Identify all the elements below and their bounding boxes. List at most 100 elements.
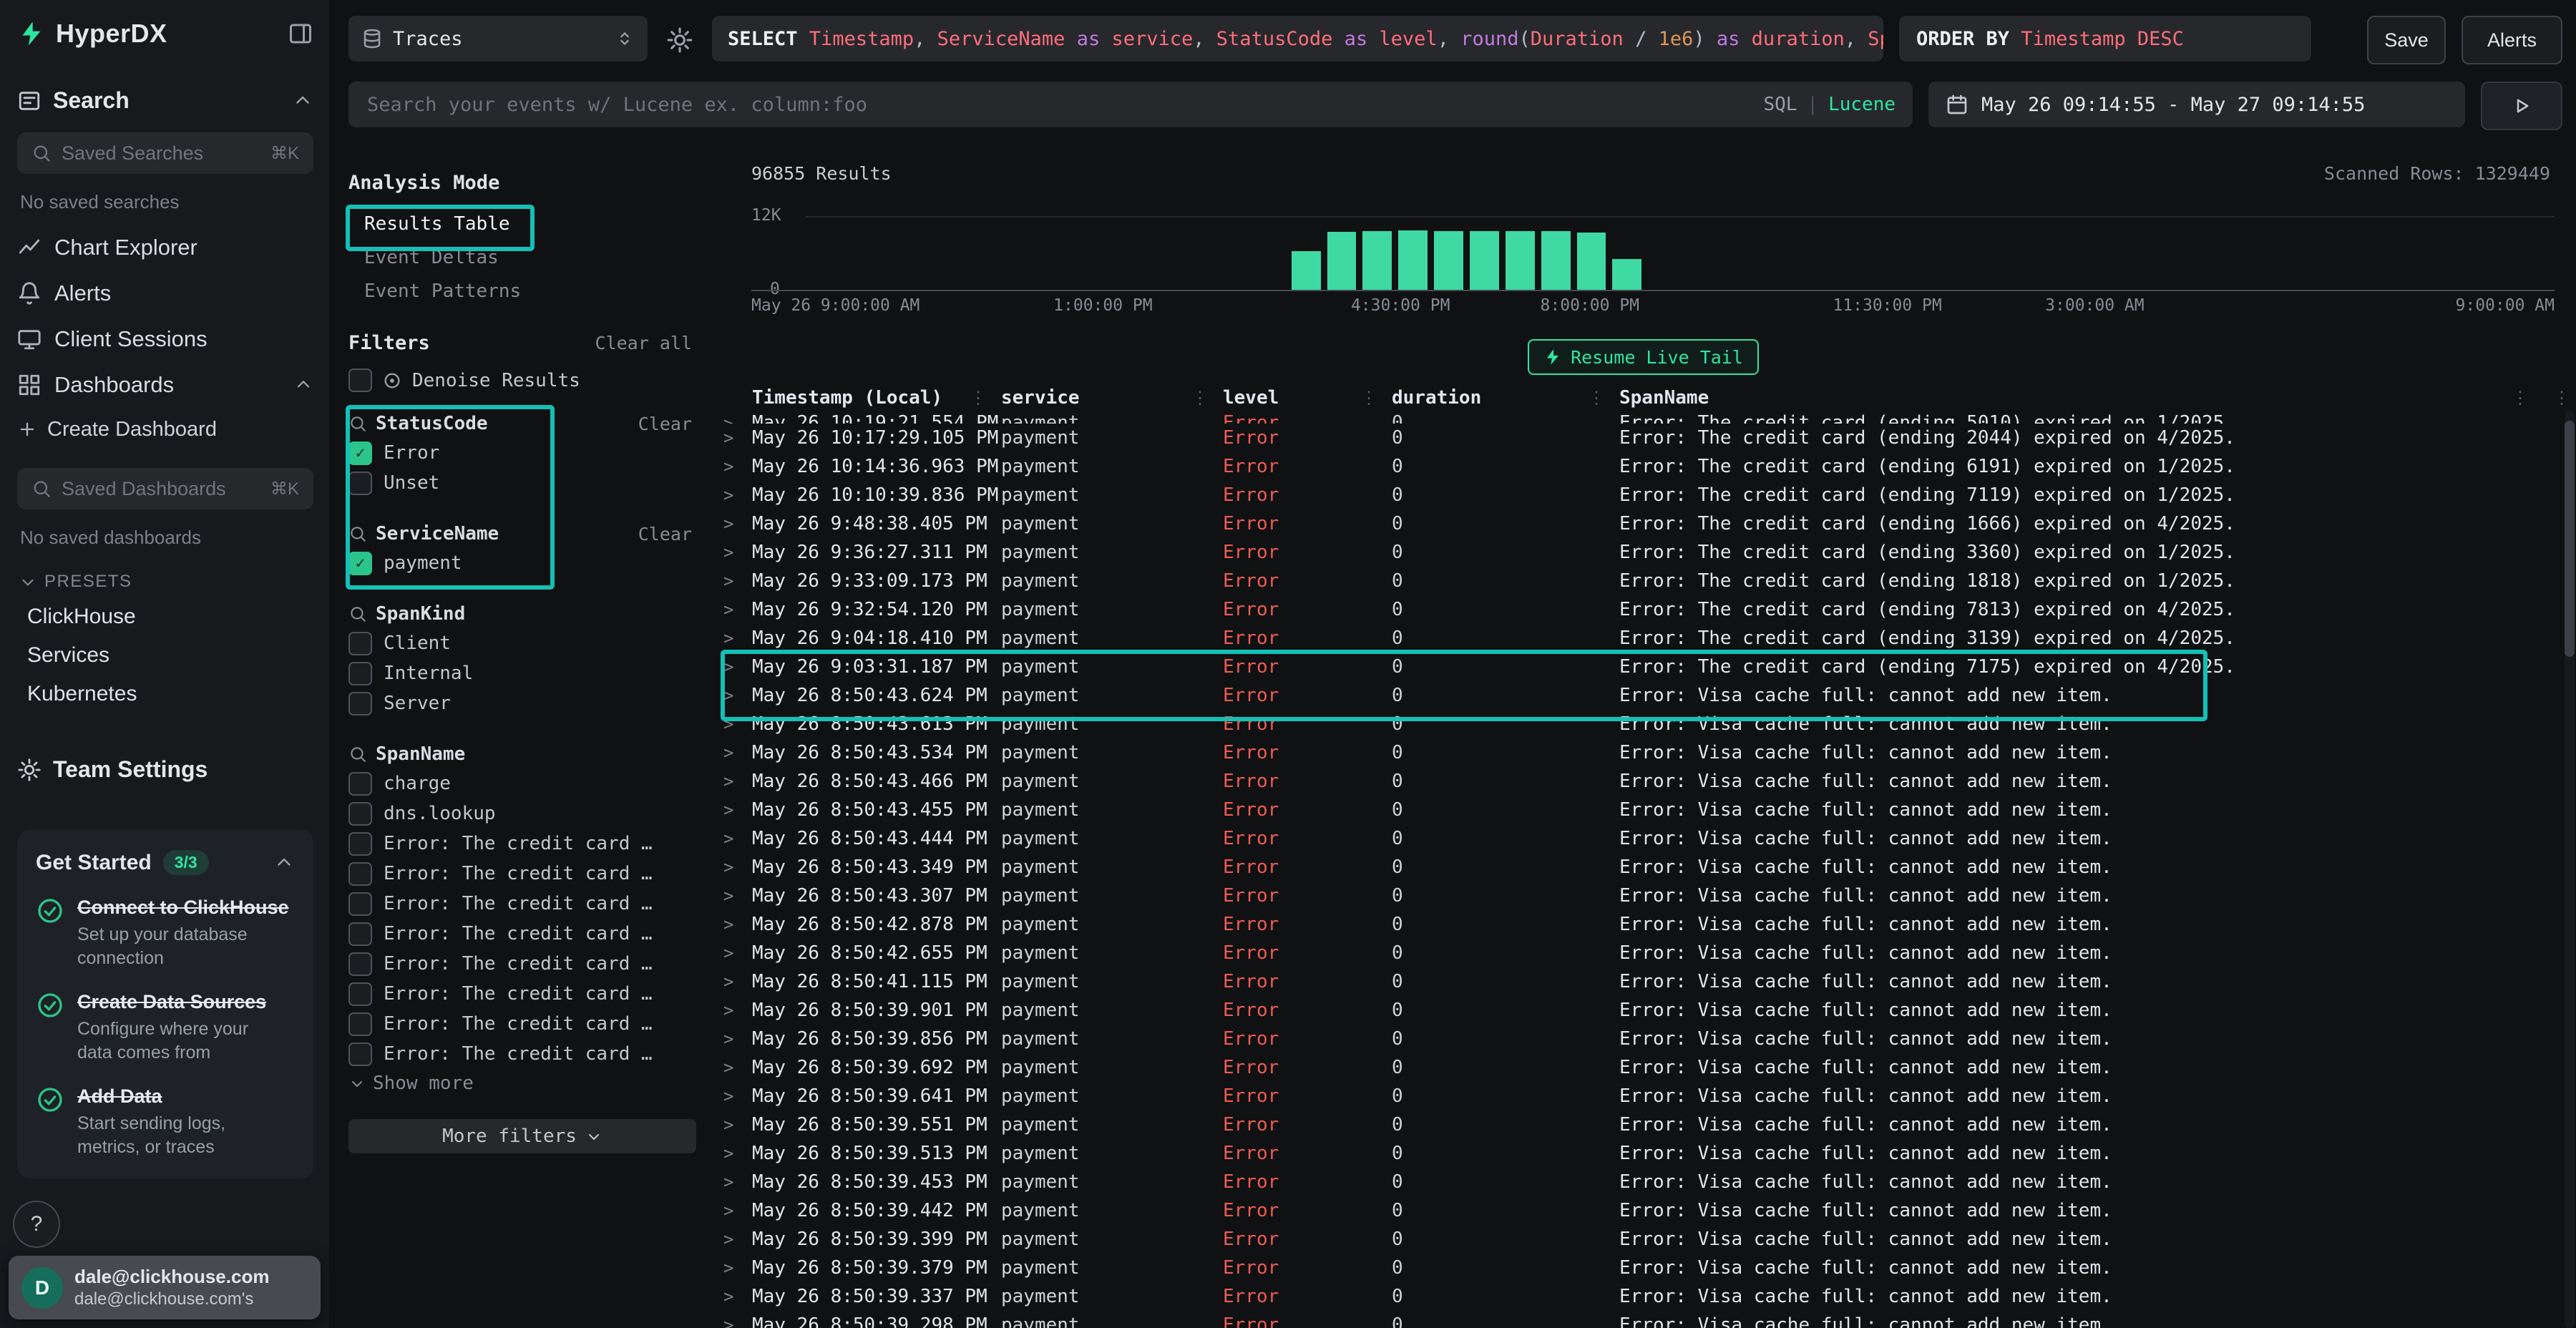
table-row[interactable]: >May 26 9:36:27.311 PMpaymentError0Error… [711,538,2576,567]
histogram-bar[interactable] [1541,231,1571,290]
column-menu-icon[interactable]: ⋮ [1588,388,1605,408]
histogram-bar[interactable] [1470,231,1499,290]
checkbox[interactable] [348,368,372,392]
resume-live-tail-button[interactable]: Resume Live Tail [1528,339,1759,375]
filter-option-error[interactable]: ✓Error [348,438,696,468]
table-row[interactable]: >May 26 9:32:54.120 PMpaymentError0Error… [711,595,2576,624]
column-menu-icon[interactable]: ⋮ [970,388,987,408]
histogram-bar[interactable] [1292,251,1321,290]
filter-option-error-the-credit-card[interactable]: Error: The credit card … [348,979,696,1009]
expand-row-icon[interactable]: > [723,829,752,849]
histogram-bar[interactable] [1506,231,1535,290]
filter-option-unset[interactable]: Unset [348,468,696,498]
checkbox[interactable] [348,802,372,826]
expand-row-icon[interactable]: > [723,1201,752,1221]
checkbox[interactable] [348,1043,372,1066]
show-more-button[interactable]: Show more [348,1069,696,1098]
expand-row-icon[interactable]: > [723,1115,752,1135]
saved-searches-input[interactable]: Saved Searches ⌘K [17,132,313,174]
expand-row-icon[interactable]: > [723,972,752,992]
get-started-item[interactable]: Connect to ClickHouseSet up your databas… [36,897,295,970]
histogram-bar[interactable] [1398,230,1428,290]
expand-row-icon[interactable]: > [723,1029,752,1049]
table-row[interactable]: >May 26 8:50:43.613 PMpaymentError0Error… [711,710,2576,738]
table-row[interactable]: >May 26 8:50:39.379 PMpaymentError0Error… [711,1254,2576,1282]
checkbox[interactable]: ✓ [348,552,372,575]
sidebar-item-chart-explorer[interactable]: Chart Explorer [17,225,313,270]
expand-row-icon[interactable]: > [723,743,752,763]
table-row[interactable]: >May 26 8:50:39.641 PMpaymentError0Error… [711,1082,2576,1110]
table-row[interactable]: >May 26 8:50:42.878 PMpaymentError0Error… [711,910,2576,939]
expand-row-icon[interactable]: > [723,456,752,477]
save-button[interactable]: Save [2367,16,2446,64]
table-row[interactable]: >May 26 8:50:39.551 PMpaymentError0Error… [711,1110,2576,1139]
filter-option-client[interactable]: Client [348,628,696,658]
table-row[interactable]: >May 26 9:48:38.405 PMpaymentError0Error… [711,509,2576,538]
user-menu[interactable]: D dale@clickhouse.com dale@clickhouse.co… [9,1256,321,1319]
expand-row-icon[interactable]: > [723,542,752,562]
collapse-sidebar-icon[interactable] [288,21,313,47]
saved-dashboards-input[interactable]: Saved Dashboards ⌘K [17,468,313,509]
checkbox[interactable] [348,692,372,716]
column-header-duration[interactable]: duration⋮ [1392,387,1619,409]
checkbox[interactable] [348,832,372,856]
expand-row-icon[interactable]: > [723,714,752,734]
sidebar-item-alerts[interactable]: Alerts [17,270,313,316]
table-row[interactable]: >May 26 10:14:36.963 PMpaymentError0Erro… [711,452,2576,481]
table-row[interactable]: >May 26 8:50:39.453 PMpaymentError0Error… [711,1168,2576,1196]
table-row[interactable]: >May 26 8:50:39.298 PMpaymentError0Error… [711,1311,2576,1328]
checkbox[interactable] [348,892,372,916]
expand-row-icon[interactable]: > [723,1143,752,1163]
filter-option-error-the-credit-card[interactable]: Error: The credit card … [348,1039,696,1069]
table-row[interactable]: >May 26 9:04:18.410 PMpaymentError0Error… [711,624,2576,653]
histogram-bar[interactable] [1434,231,1463,290]
column-header-timestamp-local[interactable]: Timestamp (Local)⋮ [752,387,1001,409]
column-header-level[interactable]: level⋮ [1223,387,1392,409]
filter-option-error-the-credit-card[interactable]: Error: The credit card … [348,859,696,889]
table-row[interactable]: >May 26 8:50:43.534 PMpaymentError0Error… [711,738,2576,767]
sidebar-item-dashboards[interactable]: Dashboards [17,362,313,408]
column-menu-icon[interactable]: ⋮ [1360,388,1377,408]
sql-mode-label[interactable]: SQL [1763,94,1797,115]
expand-row-icon[interactable]: > [723,485,752,505]
table-options[interactable]: ⋮ [2543,388,2576,408]
sidebar-item-kubernetes[interactable]: Kubernetes [17,675,313,713]
table-row[interactable]: >May 26 8:50:43.455 PMpaymentError0Error… [711,796,2576,824]
checkbox[interactable] [348,922,372,946]
expand-row-icon[interactable]: > [723,428,752,448]
filter-option-error-the-credit-card[interactable]: Error: The credit card … [348,889,696,919]
expand-row-icon[interactable]: > [723,1172,752,1192]
table-row[interactable]: >May 26 8:50:39.856 PMpaymentError0Error… [711,1025,2576,1053]
filter-option-charge[interactable]: charge [348,768,696,799]
filter-group-header[interactable]: ServiceNameClear [348,519,696,548]
filter-group-header[interactable]: StatusCodeClear [348,409,696,438]
table-row[interactable]: >May 26 8:50:39.399 PMpaymentError0Error… [711,1225,2576,1254]
table-row[interactable]: >May 26 9:03:31.187 PMpaymentError0Error… [711,653,2576,681]
checkbox[interactable] [348,632,372,655]
order-by-editor[interactable]: ORDER BY Timestamp DESC [1899,16,2311,62]
expand-row-icon[interactable]: > [723,1229,752,1249]
expand-row-icon[interactable]: > [723,914,752,934]
checkbox[interactable] [348,472,372,495]
table-row[interactable]: >May 26 8:50:42.655 PMpaymentError0Error… [711,939,2576,967]
alerts-button[interactable]: Alerts [2462,16,2562,64]
expand-row-icon[interactable]: > [723,886,752,906]
expand-row-icon[interactable]: > [723,943,752,963]
sidebar-item-clickhouse[interactable]: ClickHouse [17,597,313,636]
table-row[interactable]: >May 26 9:33:09.173 PMpaymentError0Error… [711,567,2576,595]
language-toggle[interactable]: SQL | Lucene [1763,94,1896,115]
table-row[interactable]: >May 26 8:50:43.624 PMpaymentError0Error… [711,681,2576,710]
table-row[interactable]: >May 26 10:17:29.105 PMpaymentError0Erro… [711,424,2576,452]
table-row[interactable]: >May 26 8:50:41.115 PMpaymentError0Error… [711,967,2576,996]
filter-option-payment[interactable]: ✓payment [348,548,696,578]
checkbox[interactable]: ✓ [348,441,372,465]
filter-option-server[interactable]: Server [348,688,696,718]
expand-row-icon[interactable]: > [723,414,752,424]
clear-filter-button[interactable]: Clear [638,414,696,434]
column-header-service[interactable]: service⋮ [1001,387,1223,409]
scrollbar-thumb[interactable] [2565,421,2575,657]
expand-row-icon[interactable]: > [723,771,752,791]
presets-header[interactable]: PRESETS [19,572,313,592]
team-settings-link[interactable]: Team Settings [17,756,313,783]
sql-query-editor[interactable]: SELECT Timestamp, ServiceName as service… [712,16,1883,62]
